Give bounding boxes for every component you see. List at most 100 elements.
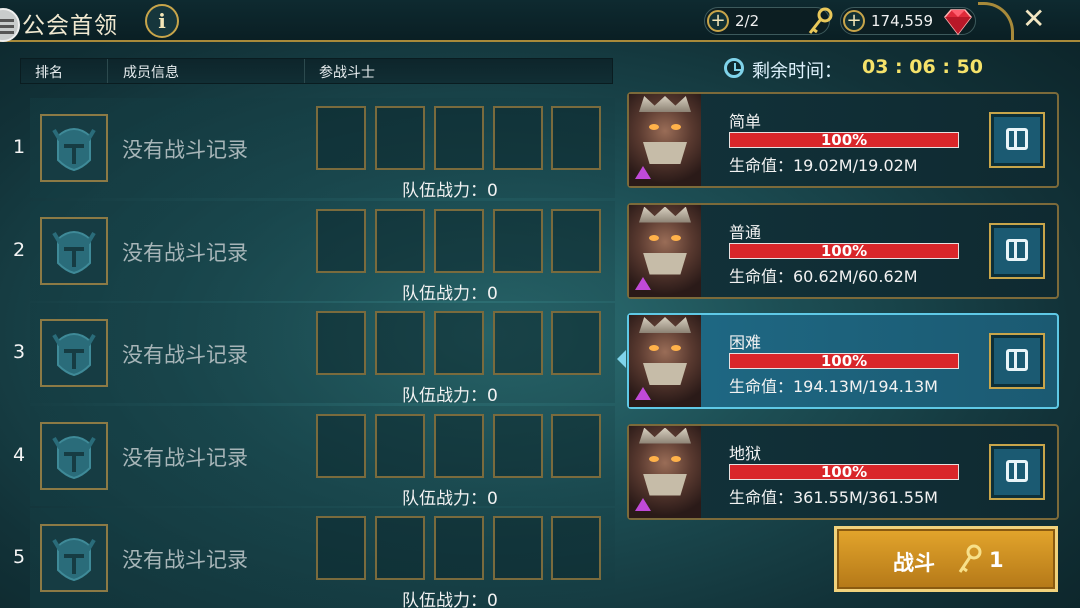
member-avatar[interactable]: [40, 319, 108, 387]
hp-value: 生命值：60.62M/60.62M: [729, 266, 918, 286]
member-avatar[interactable]: [40, 524, 108, 592]
rank-number: 1: [13, 136, 26, 158]
hp-bar: 100%: [729, 131, 959, 149]
fight-key-count: 1: [989, 548, 1004, 572]
fighter-slot[interactable]: [434, 413, 484, 478]
reward-chest-button[interactable]: [989, 333, 1045, 389]
no-record-text: 没有战斗记录: [122, 343, 248, 367]
timer-label: 剩余时间：: [752, 61, 842, 82]
fighter-slot[interactable]: [316, 516, 366, 580]
table-row[interactable]: 2 没有战斗记录 队伍战力：0: [0, 200, 615, 304]
triangle-icon: [635, 276, 651, 290]
fighter-slot[interactable]: [493, 208, 543, 273]
corner-ornament: [978, 2, 1014, 40]
fighter-slot[interactable]: [551, 516, 601, 580]
table-row[interactable]: 5 没有战斗记录 队伍战力：0: [0, 508, 615, 608]
boss-card[interactable]: 简单 100% 生命值：19.02M/19.02M: [627, 92, 1059, 188]
fighter-slot[interactable]: [375, 106, 425, 170]
triangle-icon: [635, 497, 651, 511]
fighter-slot[interactable]: [551, 413, 601, 478]
menu-icon[interactable]: [0, 8, 20, 42]
team-power: 队伍战力：0: [402, 283, 498, 304]
fighter-slot[interactable]: [316, 106, 366, 170]
boss-portrait: [629, 94, 701, 186]
close-icon[interactable]: ✕: [1022, 2, 1045, 35]
fighter-slot[interactable]: [316, 413, 366, 478]
fighter-slot[interactable]: [316, 311, 366, 375]
fighter-slot[interactable]: [375, 516, 425, 580]
fighter-slot[interactable]: [493, 413, 543, 478]
fighter-slot[interactable]: [493, 106, 543, 170]
gems-value: 174,559: [871, 12, 934, 30]
member-avatar[interactable]: [40, 216, 108, 285]
boss-difficulty: 地狱: [729, 443, 762, 463]
boss-difficulty: 普通: [729, 222, 762, 242]
page-title: 公会首领: [22, 13, 118, 39]
boss-portrait: [629, 425, 701, 518]
fighter-slot[interactable]: [375, 413, 425, 478]
boss-difficulty: 困难: [729, 333, 762, 352]
boss-card[interactable]: 普通 100% 生命值：60.62M/60.62M: [627, 202, 1059, 299]
add-keys-button[interactable]: +: [707, 10, 729, 32]
no-record-text: 没有战斗记录: [122, 240, 248, 265]
table-row[interactable]: 3 没有战斗记录 队伍战力：0: [0, 303, 615, 406]
hp-percent: 100%: [820, 131, 868, 149]
fighter-slot[interactable]: [434, 208, 484, 273]
boss-card[interactable]: 困难 100% 生命值：194.13M/194.13M: [627, 313, 1059, 409]
boss-card[interactable]: 地狱 100% 生命值：361.55M/361.55M: [627, 423, 1059, 520]
hp-bar: 100%: [729, 241, 959, 260]
hp-value: 生命值：19.02M/19.02M: [729, 156, 918, 175]
fight-button[interactable]: 战斗 1: [834, 526, 1058, 592]
rank-number: 2: [13, 238, 26, 261]
member-avatar[interactable]: [40, 114, 108, 182]
table-row[interactable]: 4 没有战斗记录 队伍战力：0: [0, 405, 615, 509]
add-gems-button[interactable]: +: [843, 10, 865, 32]
table-row[interactable]: 1 没有战斗记录 队伍战力：0: [0, 98, 615, 201]
keys-value: 2/2: [735, 12, 760, 30]
chest-icon: [1006, 349, 1028, 371]
boss-portrait: [629, 204, 701, 297]
info-icon[interactable]: i: [145, 4, 179, 38]
reward-chest-button[interactable]: [989, 443, 1045, 500]
team-power: 队伍战力：0: [402, 181, 498, 201]
triangle-icon: [635, 166, 651, 179]
column-member: 成员信息: [123, 65, 179, 81]
helmet-icon: [52, 128, 96, 172]
table-header: 排名 成员信息 参战斗士: [20, 58, 613, 84]
team-power: 队伍战力：0: [402, 591, 498, 608]
fighter-slot[interactable]: [551, 106, 601, 170]
key-icon: [808, 7, 833, 34]
column-fighters: 参战斗士: [319, 65, 375, 81]
team-power: 队伍战力：0: [402, 488, 498, 509]
hp-bar: 100%: [729, 352, 959, 370]
fighter-slot[interactable]: [551, 208, 601, 273]
rank-number: 4: [13, 443, 26, 466]
fighter-slot[interactable]: [375, 311, 425, 375]
rank-number: 5: [13, 546, 26, 568]
fighter-slot[interactable]: [434, 311, 484, 375]
top-bar: 公会首领 i + 2/2 + 174,559 ✕: [0, 0, 1080, 42]
reward-chest-button[interactable]: [989, 112, 1045, 168]
member-avatar[interactable]: [40, 421, 108, 490]
helmet-icon: [52, 230, 96, 274]
fight-label: 战斗: [893, 551, 935, 575]
fighter-slot[interactable]: [375, 208, 425, 273]
fighter-slot[interactable]: [551, 311, 601, 375]
helmet-icon: [52, 538, 96, 582]
hp-percent: 100%: [820, 462, 868, 481]
fighter-slot[interactable]: [434, 106, 484, 170]
gems-counter: + 174,559: [840, 7, 976, 36]
fighter-slot[interactable]: [434, 516, 484, 580]
no-record-text: 没有战斗记录: [122, 548, 248, 572]
helmet-icon: [52, 333, 96, 377]
fighter-slot[interactable]: [493, 516, 543, 580]
keys-counter: + 2/2: [704, 7, 833, 35]
key-icon: [958, 544, 982, 573]
fighter-slot[interactable]: [316, 208, 366, 273]
reward-chest-button[interactable]: [989, 222, 1045, 279]
column-rank: 排名: [35, 65, 63, 81]
fighter-slot[interactable]: [493, 311, 543, 375]
hp-percent: 100%: [820, 241, 868, 260]
triangle-icon: [635, 387, 651, 400]
team-power: 队伍战力：0: [402, 386, 498, 406]
